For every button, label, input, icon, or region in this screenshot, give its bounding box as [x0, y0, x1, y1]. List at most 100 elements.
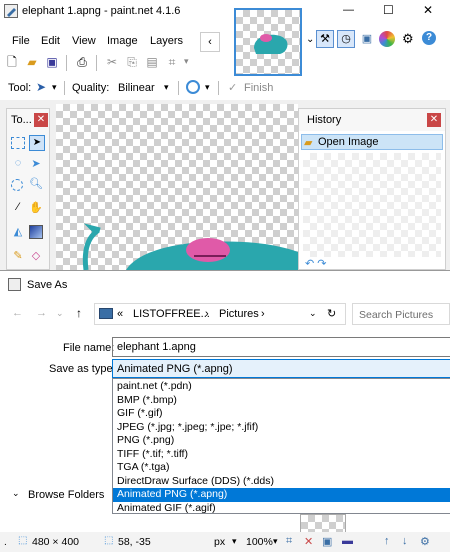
add-layer-icon[interactable]: ⌗ [286, 535, 292, 548]
dialog-title: Save As [27, 279, 68, 291]
type-option-gif[interactable]: GIF (*.gif) [113, 407, 450, 421]
up-arrow-icon[interactable]: ↑ [76, 306, 82, 320]
save-icon[interactable]: ▣ [44, 54, 60, 70]
menu-image[interactable]: Image [107, 35, 138, 47]
ellipse-select-icon[interactable] [11, 179, 23, 191]
zoom-icon[interactable]: 🔍︎ [29, 177, 43, 191]
gradient-icon[interactable] [29, 225, 43, 239]
chevron-down-icon[interactable]: ▾ [273, 536, 278, 547]
breadcrumb-separator: › [261, 308, 265, 320]
layers-toggle-icon[interactable]: ▣ [358, 30, 376, 48]
type-option-tiff[interactable]: TIFF (*.tif; *.tiff) [113, 448, 450, 462]
menu-file[interactable]: File [12, 35, 30, 47]
undo-icon[interactable]: ↶ ↷ [305, 257, 327, 270]
copy-icon[interactable]: ⎘ [124, 54, 140, 70]
lasso-icon[interactable]: ◌ [11, 157, 25, 171]
maximize-button[interactable]: ☐ [383, 3, 394, 17]
menu-scroll-left-button[interactable]: ‹ [200, 32, 220, 52]
paint-bucket-icon[interactable]: ◭ [11, 225, 25, 239]
chevron-down-icon[interactable]: ▾ [52, 82, 57, 93]
menu-edit[interactable]: Edit [41, 35, 60, 47]
type-option-dds[interactable]: DirectDraw Surface (DDS) (*.dds) [113, 475, 450, 489]
breadcrumb-overflow[interactable]: « [117, 308, 123, 320]
address-bar[interactable]: « LISTOFFREE... › Pictures › ⌄ ↻ [94, 303, 346, 325]
type-option-tga[interactable]: TGA (*.tga) [113, 461, 450, 475]
close-button[interactable]: ✕ [423, 3, 433, 17]
type-option-pdn[interactable]: paint.net (*.pdn) [113, 380, 450, 394]
cut-icon[interactable]: ✂ [104, 54, 120, 70]
menu-layers[interactable]: Layers [150, 35, 183, 47]
menu-view[interactable]: View [72, 35, 96, 47]
filename-field[interactable]: elephant 1.apng [112, 337, 450, 357]
menu-bar: File Edit View Image Layers ‹ [0, 30, 225, 54]
history-toggle-icon[interactable]: ◷ [337, 30, 355, 48]
chevron-down-icon[interactable]: ⌄ [56, 308, 64, 319]
quality-select[interactable]: Bilinear [118, 82, 155, 94]
pan-icon[interactable]: ✋ [29, 201, 43, 215]
settings-icon[interactable]: ⚙ [402, 31, 414, 47]
eraser-icon[interactable]: ◇ [29, 249, 43, 263]
colors-toggle-icon[interactable] [379, 31, 395, 47]
duplicate-layer-icon[interactable]: ▣ [322, 535, 332, 548]
antialias-icon[interactable] [186, 80, 200, 94]
breadcrumb-pictures[interactable]: Pictures [219, 308, 259, 320]
filename-value: elephant 1.apng [117, 341, 196, 353]
dialog-app-icon [8, 278, 21, 291]
unit-select[interactable]: px [214, 536, 225, 548]
separator [178, 81, 179, 95]
history-item[interactable]: ▰ Open Image [301, 134, 443, 150]
rectangle-select-icon[interactable] [11, 137, 25, 149]
delete-layer-icon[interactable]: ✕ [304, 535, 313, 548]
search-placeholder: Search Pictures [359, 309, 434, 321]
refresh-icon[interactable]: ↻ [327, 307, 336, 320]
breadcrumb-listoffree[interactable]: LISTOFFREE... [133, 308, 210, 320]
layer-up-icon[interactable]: ↑ [384, 535, 390, 547]
open-folder-icon[interactable]: ▰ [24, 54, 40, 70]
search-input[interactable]: Search Pictures [352, 303, 450, 325]
chevron-down-icon[interactable]: ▾ [232, 536, 237, 547]
zoom-value[interactable]: 100% [246, 536, 273, 548]
move-selection-icon[interactable]: ➤ [29, 135, 45, 151]
type-option-jpeg[interactable]: JPEG (*.jpg; *.jpeg; *.jpe; *.jfif) [113, 421, 450, 435]
forward-arrow-icon[interactable]: → [36, 307, 47, 319]
back-arrow-icon[interactable]: ← [12, 307, 23, 319]
tool-label: Tool: [8, 82, 32, 94]
image-thumbnail-tab[interactable] [234, 8, 302, 76]
help-icon[interactable]: ? [422, 31, 436, 45]
type-option-bmp[interactable]: BMP (*.bmp) [113, 394, 450, 408]
chevron-down-icon[interactable]: ▾ [184, 56, 189, 67]
history-panel-close-icon[interactable]: ✕ [427, 113, 441, 127]
paste-icon[interactable]: ▤ [144, 54, 160, 70]
layer-properties-icon[interactable]: ⚙ [420, 535, 430, 548]
image-size-icon: ⬚ [18, 535, 28, 546]
chevron-down-icon[interactable]: ▾ [164, 82, 169, 93]
finish-button[interactable]: Finish [244, 82, 273, 94]
chevron-down-icon[interactable]: ⌄ [12, 488, 20, 499]
minimize-button[interactable]: — [343, 4, 354, 16]
image-size-value: 480 × 400 [32, 536, 80, 548]
layer-thumbnail[interactable] [300, 514, 346, 534]
type-option-agif[interactable]: Animated GIF (*.agif) [113, 502, 450, 516]
paintbrush-icon[interactable]: ✎ [11, 249, 25, 263]
tools-toggle-icon[interactable]: ⚒ [316, 30, 334, 48]
layer-down-icon[interactable]: ↓ [402, 535, 408, 547]
move-icon[interactable]: ➤ [29, 157, 43, 171]
open-image-icon: ▰ [304, 137, 313, 149]
status-bar: . ⬚ 480 × 400 ⬚ 58, -35 px ▾ 100% ▾ ⌗ ✕ … [0, 532, 450, 552]
magic-wand-icon[interactable]: ⁄ [11, 201, 25, 215]
type-option-png[interactable]: PNG (*.png) [113, 434, 450, 448]
print-icon[interactable]: ⎙ [74, 54, 90, 70]
chevron-down-icon[interactable]: ▾ [205, 82, 210, 93]
tools-panel-close-icon[interactable]: ✕ [34, 113, 48, 127]
address-dropdown-icon[interactable]: ⌄ [309, 308, 317, 319]
browse-folders-button[interactable]: Browse Folders [28, 489, 104, 501]
image-canvas[interactable] [56, 104, 298, 271]
app-icon [4, 4, 18, 18]
tool-cursor-icon[interactable]: ➤ [36, 80, 46, 94]
crop-icon[interactable]: ⌗ [164, 54, 180, 70]
type-option-apng[interactable]: Animated PNG (*.apng) [113, 488, 450, 502]
merge-layer-icon[interactable]: ▬ [342, 535, 353, 547]
savetype-select[interactable]: Animated PNG (*.apng) [112, 359, 450, 378]
chevron-down-icon[interactable]: ⌄ [306, 34, 314, 45]
new-file-icon[interactable]: 🗋 [4, 54, 20, 70]
